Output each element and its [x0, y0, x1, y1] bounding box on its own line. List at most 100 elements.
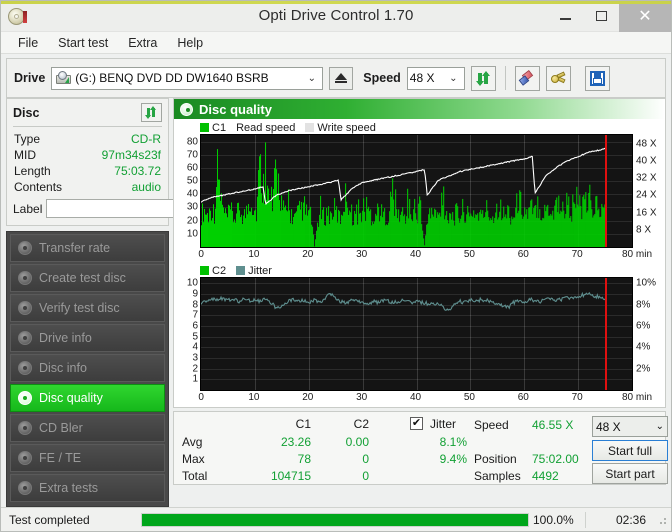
legend-entry-c1: C1 [200, 122, 226, 134]
menu-item-start-test[interactable]: Start test [49, 34, 117, 52]
legend-entry-c2: C2 [200, 265, 226, 277]
speed-select-value: 48 X [409, 71, 435, 85]
app-window: Opti Drive Control 1.70 ✕ File Start tes… [0, 0, 672, 532]
stats-row-max-c1: 78 [297, 452, 311, 466]
x-tick-label: 20 [302, 392, 314, 403]
y-tick-label-right: 4% [636, 341, 651, 353]
eject-button[interactable] [329, 66, 354, 90]
chart-c1-plot[interactable] [200, 134, 633, 248]
x-tick-label: 70 [571, 249, 583, 260]
sidebar-item-disc-info[interactable]: Disc info [10, 354, 165, 382]
sidebar-item-label: Create test disc [39, 271, 126, 285]
disc-refresh-button[interactable] [141, 103, 162, 122]
disc-info-panel: Disc Type CD-R MID 97m34s23f Length 75:0… [6, 98, 250, 226]
left-sidebar: Disc Type CD-R MID 97m34s23f Length 75:0… [6, 98, 250, 528]
toolbar-divider [504, 66, 506, 90]
disc-icon [18, 391, 32, 405]
chart-c2-plot-wrap: 1 2 3 4 5 6 7 8 9 10 2% 4% 6% 8% 10% [176, 277, 663, 391]
disc-label-key: Label [13, 201, 43, 216]
disc-icon [18, 451, 32, 465]
stats-row-total-c1: 104715 [270, 469, 311, 483]
y-tick-label-right: 24 X [636, 189, 657, 201]
disc-icon [18, 361, 32, 375]
y-tick-label: 2 [192, 363, 198, 375]
disc-row-key: MID [14, 148, 36, 162]
settings-button[interactable] [545, 65, 571, 91]
disc-row-key: Contents [14, 180, 63, 194]
minimize-button[interactable] [547, 1, 583, 32]
x-tick-label: 50 [463, 392, 475, 403]
sidebar-item-label: Transfer rate [39, 241, 111, 255]
legend-label: Jitter [248, 264, 272, 277]
stats-row-total-label: Total [182, 469, 208, 483]
x-tick-label: 30 [356, 392, 368, 403]
refresh-icon [475, 70, 491, 86]
start-full-button[interactable]: Start full [592, 440, 668, 461]
y-tick-label: 6 [192, 320, 198, 332]
position-stat-value: 75:02.00 [532, 452, 579, 466]
jitter-checkbox[interactable] [410, 417, 423, 430]
samples-stat-label: Samples [474, 469, 521, 483]
y-tick-label-right: 8 X [636, 224, 652, 236]
y-tick-label: 9 [192, 288, 198, 300]
resize-grip-icon[interactable] [656, 514, 668, 526]
status-bar: Test completed 100.0% 02:36 [1, 507, 671, 531]
main-content: Disc Type CD-R MID 97m34s23f Length 75:0… [6, 98, 668, 528]
maximize-button[interactable] [583, 1, 619, 32]
legend-swatch [200, 123, 209, 132]
x-tick-label: 80 min [621, 249, 653, 260]
refresh-button[interactable] [470, 65, 496, 91]
right-content: Disc quality C1 Read speed Write speed 1… [173, 98, 668, 485]
sidebar-item-cd-bler[interactable]: CD Bler [10, 414, 165, 442]
stats-row-max-jitter: 9.4% [439, 452, 467, 466]
menu-bar: File Start test Extra Help [1, 32, 671, 54]
y-tick-label-right: 8% [636, 299, 651, 311]
disc-row-value: 97m34s23f [101, 148, 161, 162]
menu-item-help[interactable]: Help [168, 34, 212, 52]
chart-c2-y-axis: 1 2 3 4 5 6 7 8 9 10 [176, 277, 200, 391]
sidebar-item-drive-info[interactable]: Drive info [10, 324, 165, 352]
chart-series [201, 291, 606, 311]
sidebar-item-label: Drive info [39, 331, 92, 345]
chart-c2-plot[interactable] [200, 277, 633, 391]
x-tick-label: 20 [302, 249, 314, 260]
save-icon [589, 70, 605, 86]
save-button[interactable] [584, 65, 610, 91]
chart-c2-x-axis: 0 10 20 30 40 50 60 70 80 min [198, 391, 652, 407]
chart-c1-legend: C1 Read speed Write speed [176, 121, 663, 134]
y-tick-label: 70 [186, 149, 198, 161]
speed-stat-label: Speed [474, 418, 509, 432]
sidebar-item-create-test-disc[interactable]: Create test disc [10, 264, 165, 292]
stats-panel: C1 C2 Jitter Avg 23.26 0.00 8.1% Max 78 … [173, 411, 668, 485]
legend-label: C2 [212, 264, 227, 277]
erase-button[interactable] [514, 65, 540, 91]
sidebar-item-verify-test-disc[interactable]: Verify test disc [10, 294, 165, 322]
x-tick-label: 60 [517, 392, 529, 403]
test-speed-select[interactable]: 48 X ⌄ [592, 416, 668, 437]
sidebar-item-disc-quality[interactable]: Disc quality [10, 384, 165, 412]
chart-c1-y-axis: 10 20 30 40 50 60 70 80 [176, 134, 200, 248]
close-button[interactable]: ✕ [619, 1, 671, 32]
sidebar-item-fe-te[interactable]: FE / TE [10, 444, 165, 472]
stats-row-avg-c1: 23.26 [280, 435, 311, 449]
menu-item-extra[interactable]: Extra [119, 34, 166, 52]
start-part-button[interactable]: Start part [592, 463, 668, 484]
stats-row-max-label: Max [182, 452, 205, 466]
chart-c2-y-axis-right: 2% 4% 6% 8% 10% [633, 277, 663, 391]
y-tick-label: 7 [192, 309, 198, 321]
elapsed-time: 02:36 [615, 512, 646, 527]
sidebar-item-extra-tests[interactable]: Extra tests [10, 474, 165, 502]
disc-row-contents: Contents audio [13, 179, 162, 195]
disc-row-value: 75:03.72 [114, 164, 161, 178]
legend-label: Write speed [317, 121, 376, 134]
y-tick-label: 5 [192, 331, 198, 343]
speed-select[interactable]: 48 X ⌄ [406, 66, 465, 90]
drive-select[interactable]: (G:) BENQ DVD DD DW1640 BSRB ⌄ [51, 66, 324, 90]
menu-item-file[interactable]: File [9, 34, 47, 52]
stats-row-avg-c2: 0.00 [345, 435, 369, 449]
chart-c1: C1 Read speed Write speed 1020304050 [176, 121, 663, 264]
status-message: Test completed [9, 512, 90, 527]
sidebar-item-transfer-rate[interactable]: Transfer rate [10, 234, 165, 262]
y-tick-label-right: 2% [636, 363, 651, 375]
x-tick-label: 10 [248, 249, 260, 260]
